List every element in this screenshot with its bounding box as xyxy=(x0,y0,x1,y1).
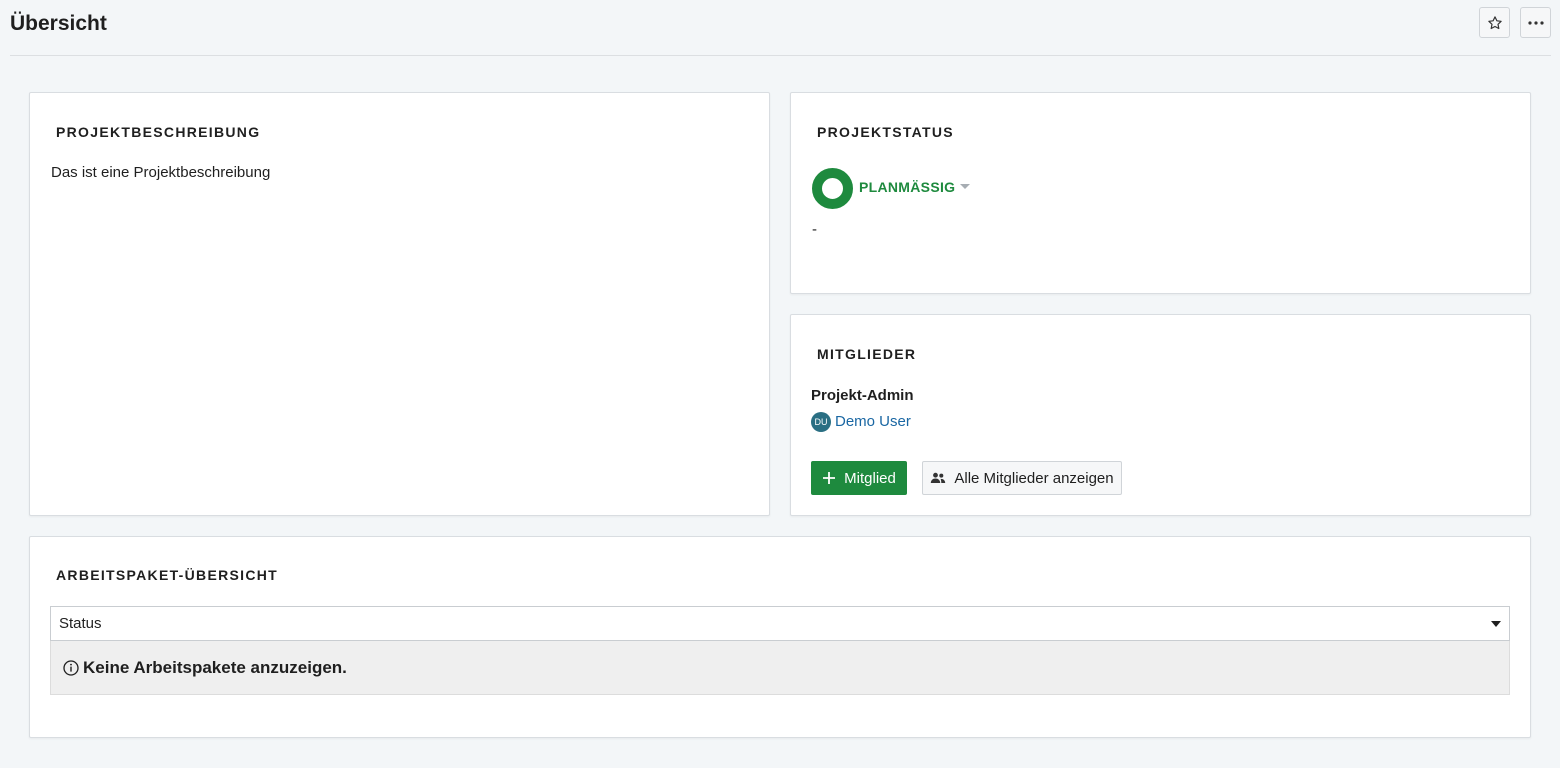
status-dropdown-label[interactable]: PLANMÄSSIG xyxy=(859,177,955,197)
favorite-button[interactable] xyxy=(1479,7,1510,38)
empty-state-notice: Keine Arbeitspakete anzuzeigen. xyxy=(50,641,1510,695)
chevron-down-icon[interactable] xyxy=(960,184,970,189)
chevron-down-icon xyxy=(1491,621,1501,627)
more-actions-button[interactable] xyxy=(1520,7,1551,38)
project-status-widget: PROJEKTSTATUS PLANMÄSSIG - xyxy=(790,92,1531,294)
info-icon xyxy=(63,660,79,676)
add-member-label: Mitglied xyxy=(844,469,896,487)
member-name[interactable]: Demo User xyxy=(835,412,911,432)
more-icon xyxy=(1527,20,1544,25)
role-name: Projekt-Admin xyxy=(811,387,914,404)
project-description-widget: PROJEKTBESCHREIBUNG Das ist eine Projekt… xyxy=(29,92,770,516)
members-widget: MITGLIEDER Projekt-Admin DU Demo User Mi… xyxy=(790,314,1531,516)
status-explanation[interactable]: - xyxy=(812,220,817,240)
project-description-text[interactable]: Das ist eine Projektbeschreibung xyxy=(51,163,270,183)
group-icon xyxy=(931,472,946,483)
empty-state-message: Keine Arbeitspakete anzuzeigen. xyxy=(83,658,347,677)
view-all-members-button[interactable]: Alle Mitglieder anzeigen xyxy=(922,461,1122,495)
plus-icon xyxy=(823,472,836,484)
page-header: Übersicht xyxy=(10,0,1551,56)
group-by-select[interactable]: Status xyxy=(50,606,1510,641)
view-all-members-label: Alle Mitglieder anzeigen xyxy=(954,469,1114,487)
widget-title: ARBEITSPAKET-ÜBERSICHT xyxy=(56,567,279,583)
work-packages-overview-widget: ARBEITSPAKET-ÜBERSICHT Status Keine Arbe… xyxy=(29,536,1531,738)
member-link[interactable]: DU Demo User xyxy=(811,412,911,432)
add-member-button[interactable]: Mitglied xyxy=(811,461,907,495)
group-by-selected-value: Status xyxy=(59,615,102,632)
widget-title: MITGLIEDER xyxy=(817,346,917,362)
star-icon xyxy=(1487,15,1502,29)
widget-title: PROJEKTBESCHREIBUNG xyxy=(56,124,261,140)
page-title: Übersicht xyxy=(10,12,107,35)
avatar: DU xyxy=(811,412,831,432)
status-indicator-icon xyxy=(812,168,853,209)
widget-title: PROJEKTSTATUS xyxy=(817,124,954,140)
